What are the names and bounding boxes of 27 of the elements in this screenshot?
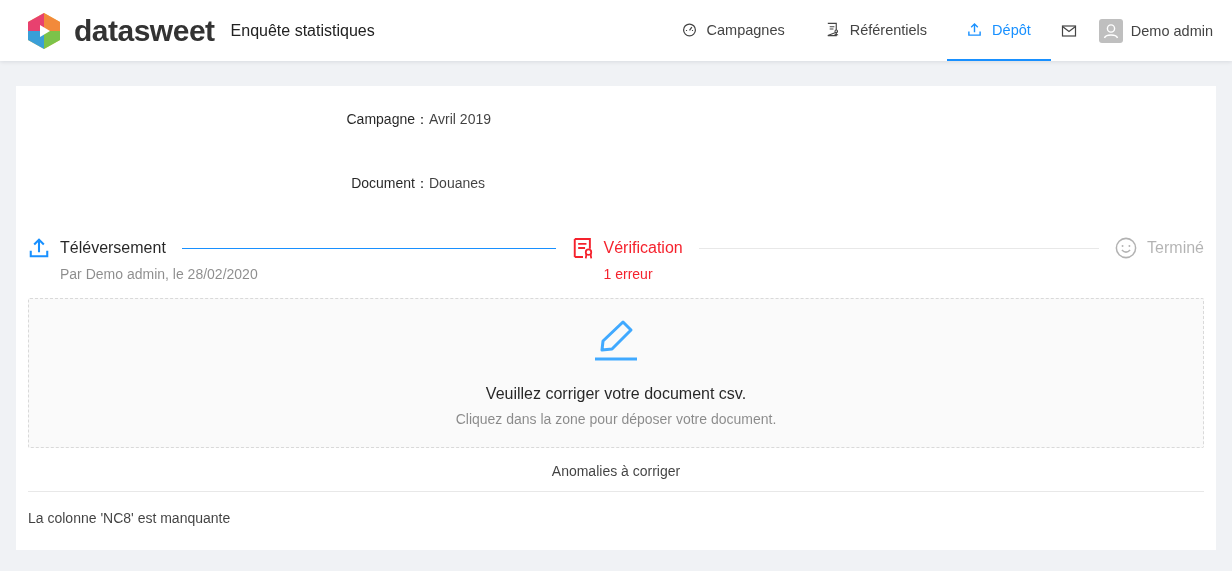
dropzone-title: Veuillez corriger votre document csv.: [485, 385, 747, 403]
nav-tab[interactable]: Campagnes: [661, 0, 805, 61]
step-description: 1 erreur: [603, 266, 654, 282]
brand-wordmark: datasweet: [74, 13, 215, 48]
step-title: Téléversement: [60, 239, 167, 257]
user-menu[interactable]: Demo admin: [1098, 0, 1232, 61]
step-description: Par Demo admin, le 28/02/2020: [60, 266, 259, 282]
section-heading: Anomalies à corriger: [28, 448, 1204, 492]
upload-dropzone[interactable]: Veuillez corriger votre document csv. Cliquez dans la zone pour déposer votre document.: [28, 298, 1204, 448]
app-title: Enquête statistiques: [230, 21, 375, 40]
field-label: Campagne：: [345, 111, 429, 129]
field-value: Avril 2019: [429, 111, 491, 127]
certificate-icon: [571, 237, 594, 259]
mail-icon[interactable]: [1060, 22, 1077, 39]
nav-tab[interactable]: Référentiels: [804, 0, 948, 61]
field-label: Document：: [350, 175, 429, 193]
smile-icon: [1115, 237, 1138, 259]
step-title: Vérification: [603, 239, 684, 257]
avatar-icon: [1098, 18, 1123, 43]
upload-icon: [967, 22, 983, 37]
anomaly-item: La colonne 'NC8' est manquante: [28, 509, 232, 526]
upload-icon: [28, 237, 50, 259]
dropzone-hint: Cliquez dans la zone pour déposer votre document.: [455, 411, 777, 427]
gauge-icon: [681, 22, 697, 37]
edit-icon: [594, 319, 638, 361]
step-title: Terminé: [1147, 239, 1204, 257]
field-value: Douanes: [429, 175, 486, 191]
